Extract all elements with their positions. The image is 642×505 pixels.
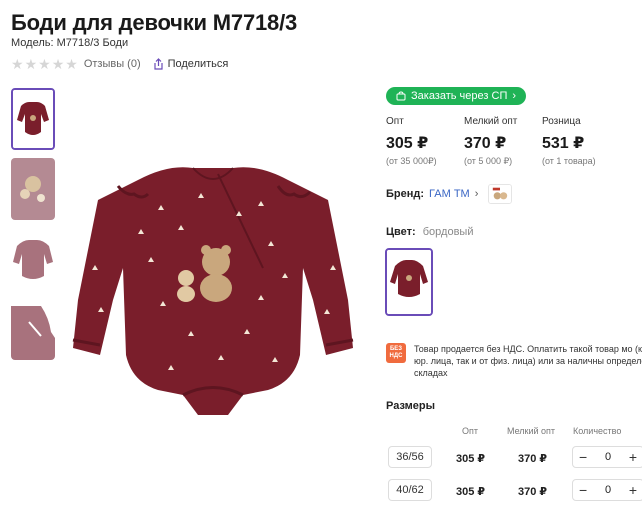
price-retail: Розница 531 ₽ (от 1 товара): [542, 116, 620, 167]
quantity-stepper: − 0 +: [572, 479, 642, 501]
main-product-image[interactable]: [68, 150, 358, 440]
price-value: 370 ₽: [464, 135, 507, 152]
quantity-value[interactable]: 0: [605, 451, 611, 463]
size-row: 36/56: [388, 446, 432, 468]
thumbnail-list: [11, 88, 55, 368]
header-opt: Опт: [462, 426, 478, 436]
color-value: бордовый: [422, 226, 474, 238]
minus-button[interactable]: −: [579, 482, 587, 498]
plus-button[interactable]: +: [629, 482, 637, 498]
size-chip[interactable]: 40/62: [388, 479, 432, 501]
thumbnail-2[interactable]: [11, 158, 55, 220]
price-label: Мелкий опт: [464, 116, 518, 127]
size-opt-price: 305 ₽: [456, 486, 486, 498]
bag-icon: [396, 91, 406, 101]
thumbnail-4[interactable]: [11, 298, 55, 360]
price-value: 531 ₽: [542, 135, 585, 152]
minus-button[interactable]: −: [579, 449, 587, 465]
reviews-link[interactable]: Отзывы (0): [84, 58, 141, 70]
price-label: Опт: [386, 116, 404, 127]
share-button[interactable]: Поделиться: [153, 58, 229, 70]
size-row: 40/62: [388, 479, 432, 501]
vat-notice: БЕЗ НДС Товар продается без НДС. Оплатит…: [386, 343, 642, 379]
size-small-opt-price: 370 ₽: [518, 486, 548, 498]
price-condition: (от 5 000 ₽): [464, 156, 513, 166]
color-swatch[interactable]: [385, 248, 433, 316]
price-value: 305 ₽: [386, 135, 429, 152]
thumbnail-1[interactable]: [11, 88, 55, 150]
price-label: Розница: [542, 116, 581, 127]
brand-logo[interactable]: [488, 184, 513, 204]
header-small-opt: Мелкий опт: [507, 426, 556, 436]
vat-text: Товар продается без НДС. Оплатить такой …: [414, 344, 642, 378]
share-label: Поделиться: [167, 58, 229, 70]
price-condition: (от 35 000₽): [386, 156, 437, 166]
price-small-opt: Мелкий опт 370 ₽ (от 5 000 ₽): [464, 116, 542, 167]
product-model: Модель: M7718/3 Боди: [11, 37, 129, 49]
quantity-value[interactable]: 0: [605, 484, 611, 496]
size-small-opt-price: 370 ₽: [518, 453, 548, 465]
order-via-sp-button[interactable]: Заказать через СП ›: [386, 87, 527, 105]
price-opt: Опт 305 ₽ (от 35 000₽): [386, 116, 464, 167]
star-icon: ★: [51, 56, 65, 72]
brand-label: Бренд:: [386, 188, 425, 200]
quantity-stepper: − 0 +: [572, 446, 642, 468]
size-opt-price: 305 ₽: [456, 453, 486, 465]
price-condition: (от 1 товара): [542, 156, 596, 166]
thumbnail-3[interactable]: [11, 228, 55, 290]
brand-link[interactable]: ГАМ ТМ: [429, 188, 470, 200]
star-icon: ★: [11, 56, 24, 72]
order-via-sp-label: Заказать через СП: [411, 90, 508, 102]
sizes-title: Размеры: [386, 400, 436, 412]
product-title: Боди для девочки M7718/3: [11, 10, 298, 35]
color-label: Цвет:: [386, 226, 416, 238]
price-table: Опт 305 ₽ (от 35 000₽) Мелкий опт 370 ₽ …: [386, 116, 620, 167]
no-vat-badge: БЕЗ НДС: [386, 343, 406, 363]
header-quantity: Количество: [573, 426, 622, 436]
star-icon: ★: [38, 56, 51, 72]
share-icon: [154, 58, 163, 70]
brand-row: Бренд: ГАМ ТМ ›: [386, 184, 513, 204]
chevron-right-icon: ›: [512, 90, 517, 102]
star-icon: ★: [65, 56, 78, 72]
size-chip[interactable]: 36/56: [388, 446, 432, 468]
rating-stars: ★ ★ ★ ★ ★: [11, 57, 78, 71]
rating-row: ★ ★ ★ ★ ★ Отзывы (0) Поделиться: [11, 57, 228, 71]
star-icon: ★: [24, 56, 38, 72]
plus-button[interactable]: +: [629, 449, 637, 465]
chevron-right-icon: ›: [474, 188, 479, 200]
color-row: Цвет: бордовый: [386, 226, 473, 238]
